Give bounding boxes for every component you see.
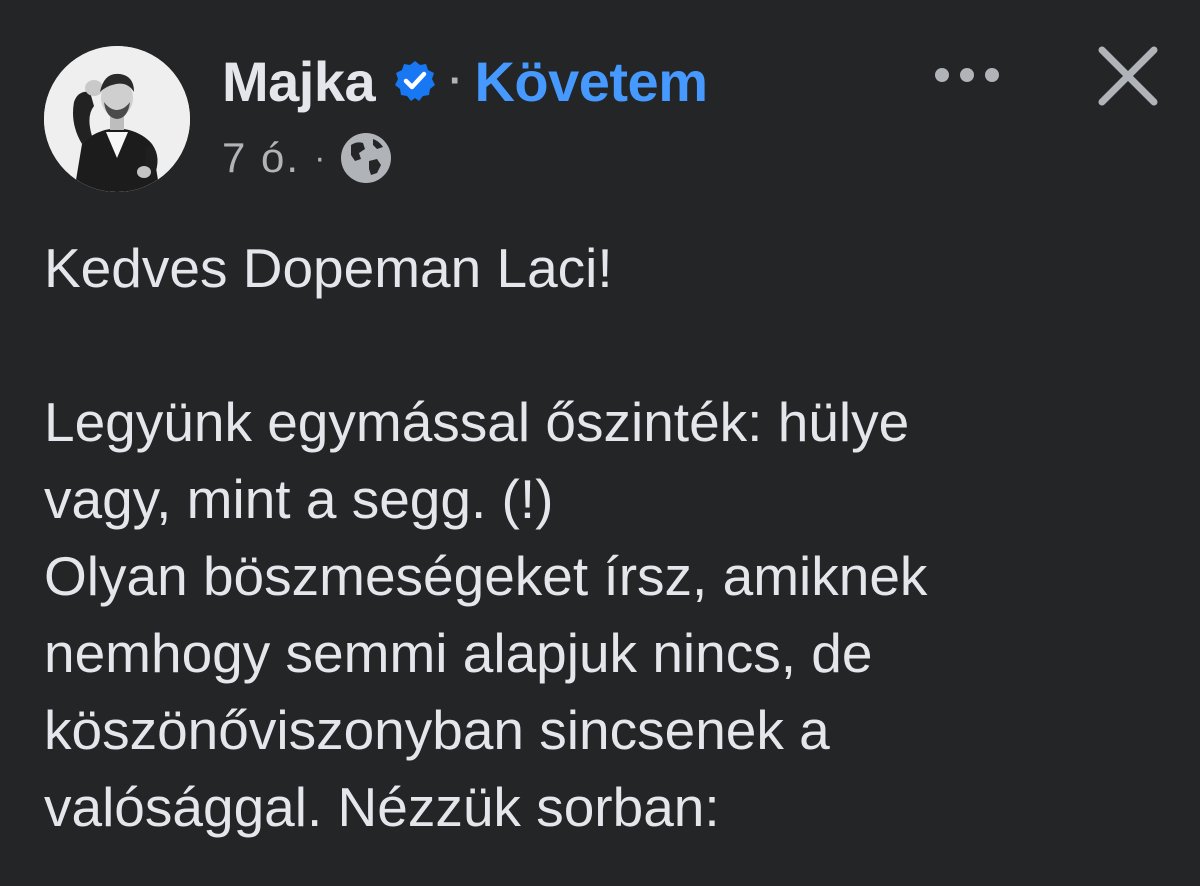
author-avatar[interactable] — [44, 46, 190, 192]
more-options-button[interactable] — [922, 50, 1012, 100]
post-text: Kedves Dopeman Laci! Legyünk egymással ő… — [44, 230, 1154, 846]
header-separator: · — [449, 58, 463, 103]
post-line: köszönőviszonyban sincsenek a — [44, 699, 830, 761]
close-icon — [1098, 46, 1158, 106]
post-meta: 7 ó. · — [222, 130, 393, 186]
post-line: Kedves Dopeman Laci! — [44, 237, 613, 299]
post-line: vagy, mint a segg. (!) — [44, 468, 554, 530]
avatar-photo — [44, 46, 190, 192]
author-row: Majka · Követem — [222, 46, 708, 116]
close-button[interactable] — [1092, 40, 1164, 112]
verified-badge-icon — [393, 59, 437, 103]
post-line: Legyünk egymással őszinték: hülye — [44, 391, 910, 453]
globe-icon[interactable] — [339, 131, 393, 185]
more-options-icon — [935, 68, 999, 82]
meta-separator: · — [314, 138, 326, 177]
post-line: valósággal. Nézzük sorban: — [44, 776, 720, 838]
post-line: Olyan böszmeségeket írsz, amiknek — [44, 545, 928, 607]
author-name[interactable]: Majka — [222, 49, 376, 114]
post-blank-line — [44, 307, 1154, 384]
follow-button[interactable]: Követem — [474, 49, 708, 114]
post-header: Majka · Követem 7 ó. · — [0, 0, 1200, 210]
post-timestamp[interactable]: 7 ó. — [222, 134, 300, 182]
post-line: nemhogy semmi alapjuk nincs, de — [44, 622, 873, 684]
